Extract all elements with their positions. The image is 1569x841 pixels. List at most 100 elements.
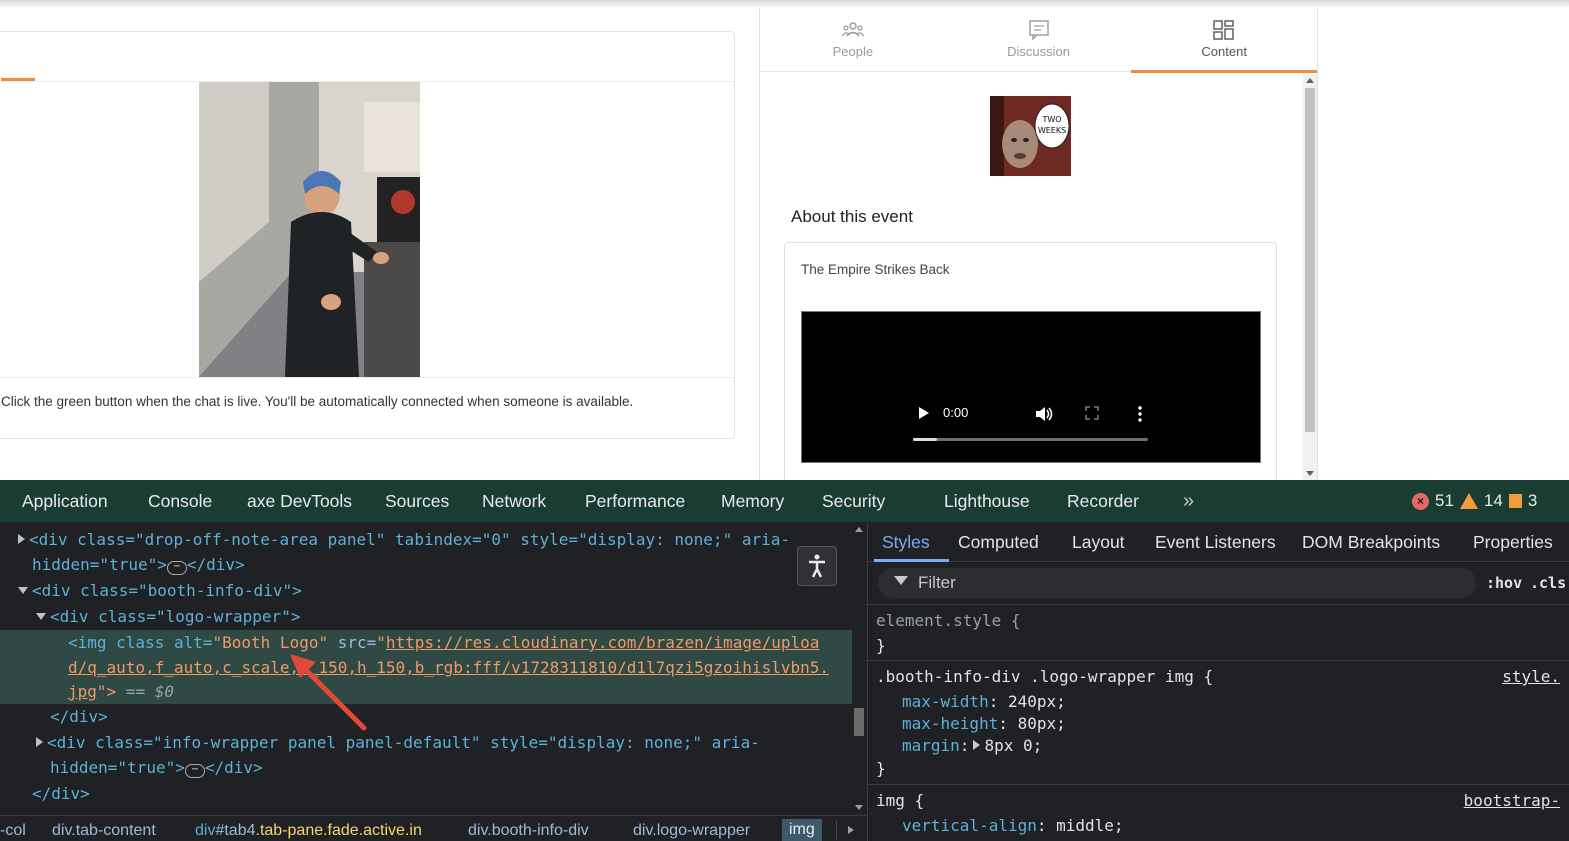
tab-content[interactable]: Content — [1131, 8, 1317, 73]
tab-network[interactable]: Network — [482, 491, 546, 512]
error-count: 51 — [1435, 491, 1454, 510]
booth-photo — [199, 82, 420, 377]
about-event-heading: About this event — [791, 207, 913, 226]
scroll-up-icon[interactable] — [1306, 78, 1314, 83]
img-src-link[interactable]: jpg — [68, 682, 97, 701]
dom-node-line: hidden="true"> ⋯ </div> — [50, 758, 263, 778]
warning-count: 14 — [1483, 491, 1503, 510]
tab-lighthouse[interactable]: Lighthouse — [944, 491, 1030, 512]
hover-state-toggle[interactable]: :hov — [1486, 574, 1522, 592]
collapsed-ellipsis-icon[interactable]: ⋯ — [184, 764, 205, 778]
video-player[interactable]: 0:00 — [801, 311, 1261, 463]
rule-source-link[interactable]: bootstrap- — [1464, 791, 1560, 810]
breadcrumb-item-active[interactable]: img — [782, 819, 822, 841]
dom-node-drop-off-note[interactable]: <div class="drop-off-note-area panel" ta… — [18, 530, 790, 549]
scroll-down-icon[interactable] — [1306, 471, 1314, 476]
tab-computed[interactable]: Computed — [958, 532, 1039, 553]
styles-tabbar: Styles Computed Layout Event Listeners D… — [868, 522, 1569, 562]
sidebar-tabs: People Discussion Content — [760, 8, 1317, 73]
sidebar-scrollbar[interactable] — [1303, 74, 1317, 480]
rule-close: } — [876, 759, 886, 778]
breadcrumb-scroll-right-icon[interactable] — [836, 820, 866, 840]
class-toggle[interactable]: .cls — [1530, 574, 1566, 592]
tab-properties[interactable]: Properties — [1473, 532, 1553, 553]
scroll-down-icon[interactable] — [855, 805, 863, 810]
dom-node-img-selected[interactable]: <img class alt="Booth Logo" src="https:/… — [68, 633, 819, 652]
elements-dom-tree: <div class="drop-off-note-area panel" ta… — [0, 522, 866, 815]
dom-node-close[interactable]: </div> — [32, 784, 90, 803]
style-property[interactable]: vertical-align: middle; — [902, 816, 1124, 835]
accessibility-button[interactable] — [797, 546, 837, 586]
rule-source-link[interactable]: style. — [1502, 667, 1560, 686]
tab-dom-breakpoints[interactable]: DOM Breakpoints — [1302, 532, 1440, 553]
volume-icon[interactable] — [1034, 405, 1054, 423]
content-grid-icon — [1213, 20, 1234, 40]
more-options-icon[interactable] — [1137, 406, 1143, 422]
event-sidebar: People Discussion Content TWO WEEKS Abou… — [759, 8, 1318, 492]
img-src-link[interactable]: https://res.cloudinary.com/brazen/image/… — [386, 633, 819, 652]
card-divider — [0, 377, 734, 378]
rule-close: } — [876, 636, 886, 655]
dom-node-booth-info-div[interactable]: <div class="booth-info-div"> — [18, 581, 302, 600]
tab-discussion[interactable]: Discussion — [946, 8, 1132, 71]
dom-node-close[interactable]: </div> — [50, 707, 108, 726]
more-tabs-chevron-icon[interactable]: » — [1183, 490, 1194, 513]
tab-security[interactable]: Security — [822, 491, 885, 512]
warning-icon — [1459, 493, 1478, 509]
styles-filter-input[interactable]: Filter — [878, 568, 1476, 598]
tab-layout[interactable]: Layout — [1072, 532, 1125, 553]
breadcrumb-item[interactable]: div#tab4.tab-pane.fade.active.in — [195, 822, 422, 840]
collapse-triangle-icon[interactable] — [36, 613, 46, 620]
rule-selector[interactable]: .booth-info-div .logo-wrapper img { — [876, 667, 1213, 686]
style-property[interactable]: max-height: 80px; — [902, 714, 1066, 733]
scrollbar-thumb[interactable] — [1305, 88, 1315, 432]
tab-label: Discussion — [1007, 44, 1070, 59]
filter-icon — [894, 576, 908, 585]
tab-people[interactable]: People — [760, 8, 946, 71]
tab-performance[interactable]: Performance — [585, 491, 685, 512]
scrollbar-thumb[interactable] — [854, 708, 864, 736]
elements-scrollbar[interactable] — [852, 522, 866, 815]
about-event-box: The Empire Strikes Back 0:00 — [784, 242, 1277, 492]
tab-memory[interactable]: Memory — [721, 491, 784, 512]
accessibility-icon — [809, 554, 825, 578]
tab-application[interactable]: Application — [22, 491, 108, 512]
expand-triangle-icon[interactable] — [36, 737, 43, 747]
event-description: The Empire Strikes Back — [801, 262, 950, 277]
svg-text:WEEKS: WEEKS — [1038, 126, 1066, 135]
style-property[interactable]: margin: 8px 0; — [902, 736, 1042, 755]
breadcrumb-item[interactable]: div.tab-content — [52, 822, 156, 840]
tab-label: People — [832, 44, 874, 59]
video-progress-fill — [913, 438, 937, 441]
fullscreen-icon[interactable] — [1085, 406, 1099, 420]
browser-top-edge — [0, 0, 1569, 8]
console-status-counts[interactable]: × 51 14 3 — [1412, 491, 1537, 511]
dom-node-info-wrapper[interactable]: <div class="info-wrapper panel panel-def… — [36, 733, 760, 752]
chat-instructions: Click the green button when the chat is … — [1, 394, 634, 409]
breadcrumb-item[interactable]: -col — [0, 822, 26, 840]
styles-pane: Styles Computed Layout Event Listeners D… — [867, 522, 1569, 841]
breadcrumb-item[interactable]: div.booth-info-div — [468, 822, 589, 840]
collapse-triangle-icon[interactable] — [18, 587, 28, 594]
breadcrumb-item[interactable]: div.logo-wrapper — [633, 822, 750, 840]
img-src-link[interactable]: d/q_auto,f_auto,c_scale,w_150,h_150,b_rg… — [68, 658, 829, 677]
style-property[interactable]: max-width: 240px; — [902, 692, 1066, 711]
dom-node-line: jpg"> == $0 — [68, 682, 174, 701]
tab-axe-devtools[interactable]: axe DevTools — [247, 491, 352, 512]
rule-selector[interactable]: img { — [876, 791, 924, 810]
expand-triangle-icon[interactable] — [18, 534, 25, 544]
tab-console[interactable]: Console — [148, 491, 212, 512]
rule-selector: element.style { — [876, 611, 1021, 630]
play-icon[interactable] — [919, 407, 929, 419]
dom-node-logo-wrapper[interactable]: <div class="logo-wrapper"> — [36, 607, 300, 626]
booth-chat-card: Click the green button when the chat is … — [0, 31, 735, 439]
tab-sources[interactable]: Sources — [385, 491, 449, 512]
tab-recorder[interactable]: Recorder — [1067, 491, 1139, 512]
tab-event-listeners[interactable]: Event Listeners — [1155, 532, 1276, 553]
scroll-up-icon[interactable] — [855, 527, 863, 532]
tab-styles[interactable]: Styles — [882, 532, 930, 553]
video-progress-bar[interactable] — [913, 438, 1148, 441]
dom-node-line: d/q_auto,f_auto,c_scale,w_150,h_150,b_rg… — [68, 658, 829, 677]
expand-triangle-icon[interactable] — [973, 740, 981, 750]
collapsed-ellipsis-icon[interactable]: ⋯ — [166, 561, 187, 575]
